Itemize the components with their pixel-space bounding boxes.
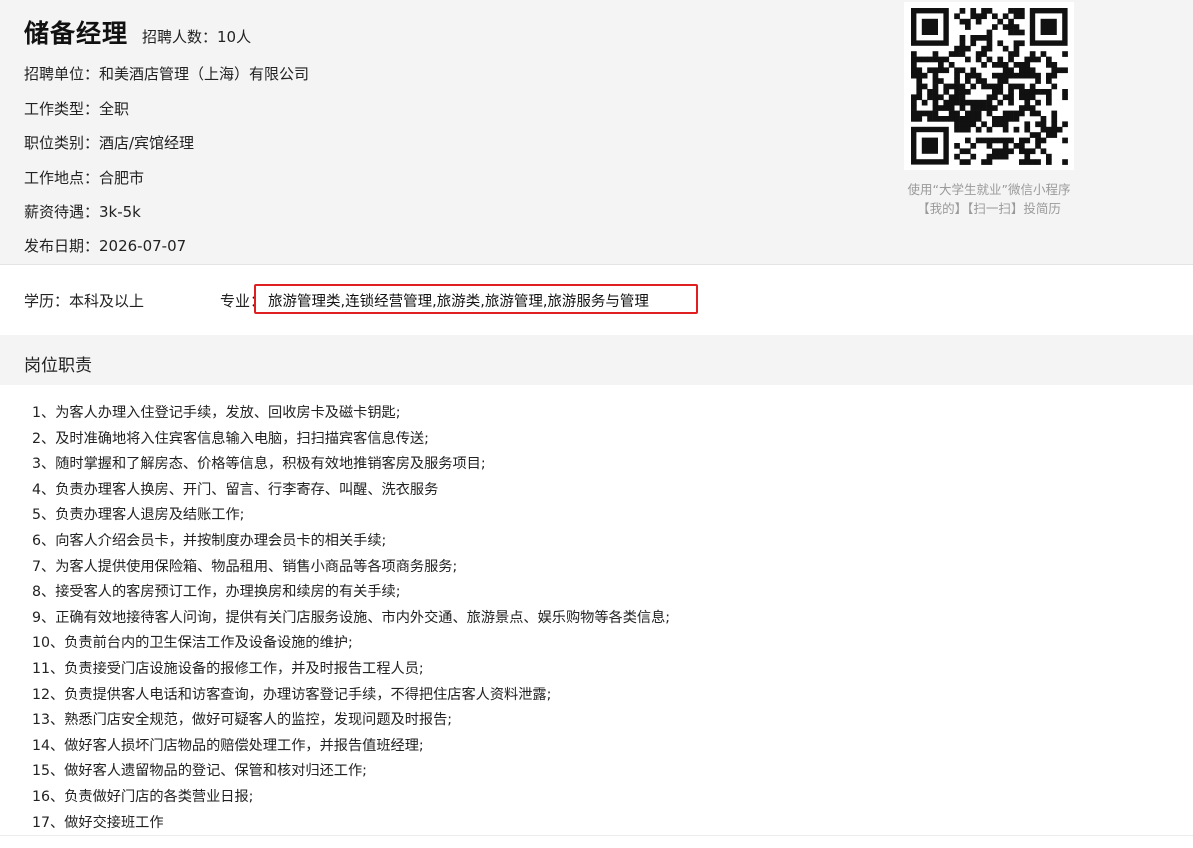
divider <box>0 835 1193 836</box>
list-item: 11、负责接受门店设施设备的报修工作，并及时报告工程人员; <box>32 660 424 677</box>
list-item: 14、做好客人损坏门店物品的赔偿处理工作，并报告值班经理; <box>32 737 424 754</box>
list-item: 4、负责办理客人换房、开门、留言、行李寄存、叫醒、洗衣服务 <box>32 481 439 498</box>
list-item: 9、正确有效地接待客人问询，提供有关门店服务设施、市内外交通、旅游景点、娱乐购物… <box>32 609 671 626</box>
job-category: 职位类别：酒店/宾馆经理 <box>24 134 195 152</box>
salary: 薪资待遇：3k-5k <box>24 203 141 221</box>
qr-code-icon <box>904 2 1074 170</box>
qr-caption: 使用“大学生就业”微信小程序 【我的】【扫一扫】投简历 <box>884 180 1094 218</box>
work-type: 工作类型：全职 <box>24 100 130 118</box>
section-title: 岗位职责 <box>24 356 92 376</box>
list-item: 15、做好客人遗留物品的登记、保管和核对归还工作; <box>32 763 367 780</box>
work-location: 工作地点：合肥市 <box>24 169 145 187</box>
list-item: 7、为客人提供使用保险箱、物品租用、销售小商品等各项商务服务; <box>32 558 458 575</box>
duties-section-header: 岗位职责 <box>0 335 1193 385</box>
duties-list: 1、为客人办理入住登记手续，发放、回收房卡及磁卡钥匙; 2、及时准确地将入住宾客信… <box>32 403 670 838</box>
employer: 招聘单位：和美酒店管理（上海）有限公司 <box>24 65 310 83</box>
list-item: 10、负责前台内的卫生保洁工作及设备设施的维护; <box>32 635 353 652</box>
qr-caption-line1: 使用“大学生就业”微信小程序 <box>907 182 1071 197</box>
list-item: 8、接受客人的客房预订工作，办理换房和续房的有关手续; <box>32 584 401 601</box>
qr-caption-line2: 【我的】【扫一扫】投简历 <box>917 201 1061 216</box>
list-item: 13、熟悉门店安全规范，做好可疑客人的监控，发现问题及时报告; <box>32 712 453 729</box>
list-item: 1、为客人办理入住登记手续，发放、回收房卡及磁卡钥匙; <box>32 405 401 421</box>
education-requirement: 学历：本科及以上 <box>24 292 145 310</box>
list-item: 3、随时掌握和了解房态、价格等信息，积极有效地推销客房及服务项目; <box>32 456 486 473</box>
list-item: 5、负责办理客人退房及结账工作; <box>32 507 245 524</box>
list-item: 12、负责提供客人电话和访客查询，办理访客登记手续，不得把住店客人资料泄露; <box>32 686 552 703</box>
job-title: 储备经理 <box>24 19 129 48</box>
list-item: 16、负责做好门店的各类营业日报; <box>32 788 254 805</box>
title-row: 储备经理 招聘人数：10人 <box>24 14 251 50</box>
list-item: 6、向客人介绍会员卡，并按制度办理会员卡的相关手续; <box>32 532 387 549</box>
job-header-panel: 储备经理 招聘人数：10人 招聘单位：和美酒店管理（上海）有限公司 工作类型：全… <box>0 0 1193 265</box>
publish-date: 发布日期：2026-07-07 <box>24 237 187 255</box>
headcount: 招聘人数：10人 <box>142 28 252 46</box>
list-item: 2、及时准确地将入住宾客信息输入电脑，扫扫描宾客信息传送; <box>32 430 429 447</box>
requirements-row: 学历：本科及以上 专业： 旅游管理类,连锁经营管理,旅游类,旅游管理,旅游服务与… <box>0 265 1193 335</box>
major-value: 旅游管理类,连锁经营管理,旅游类,旅游管理,旅游服务与管理 <box>268 294 649 310</box>
